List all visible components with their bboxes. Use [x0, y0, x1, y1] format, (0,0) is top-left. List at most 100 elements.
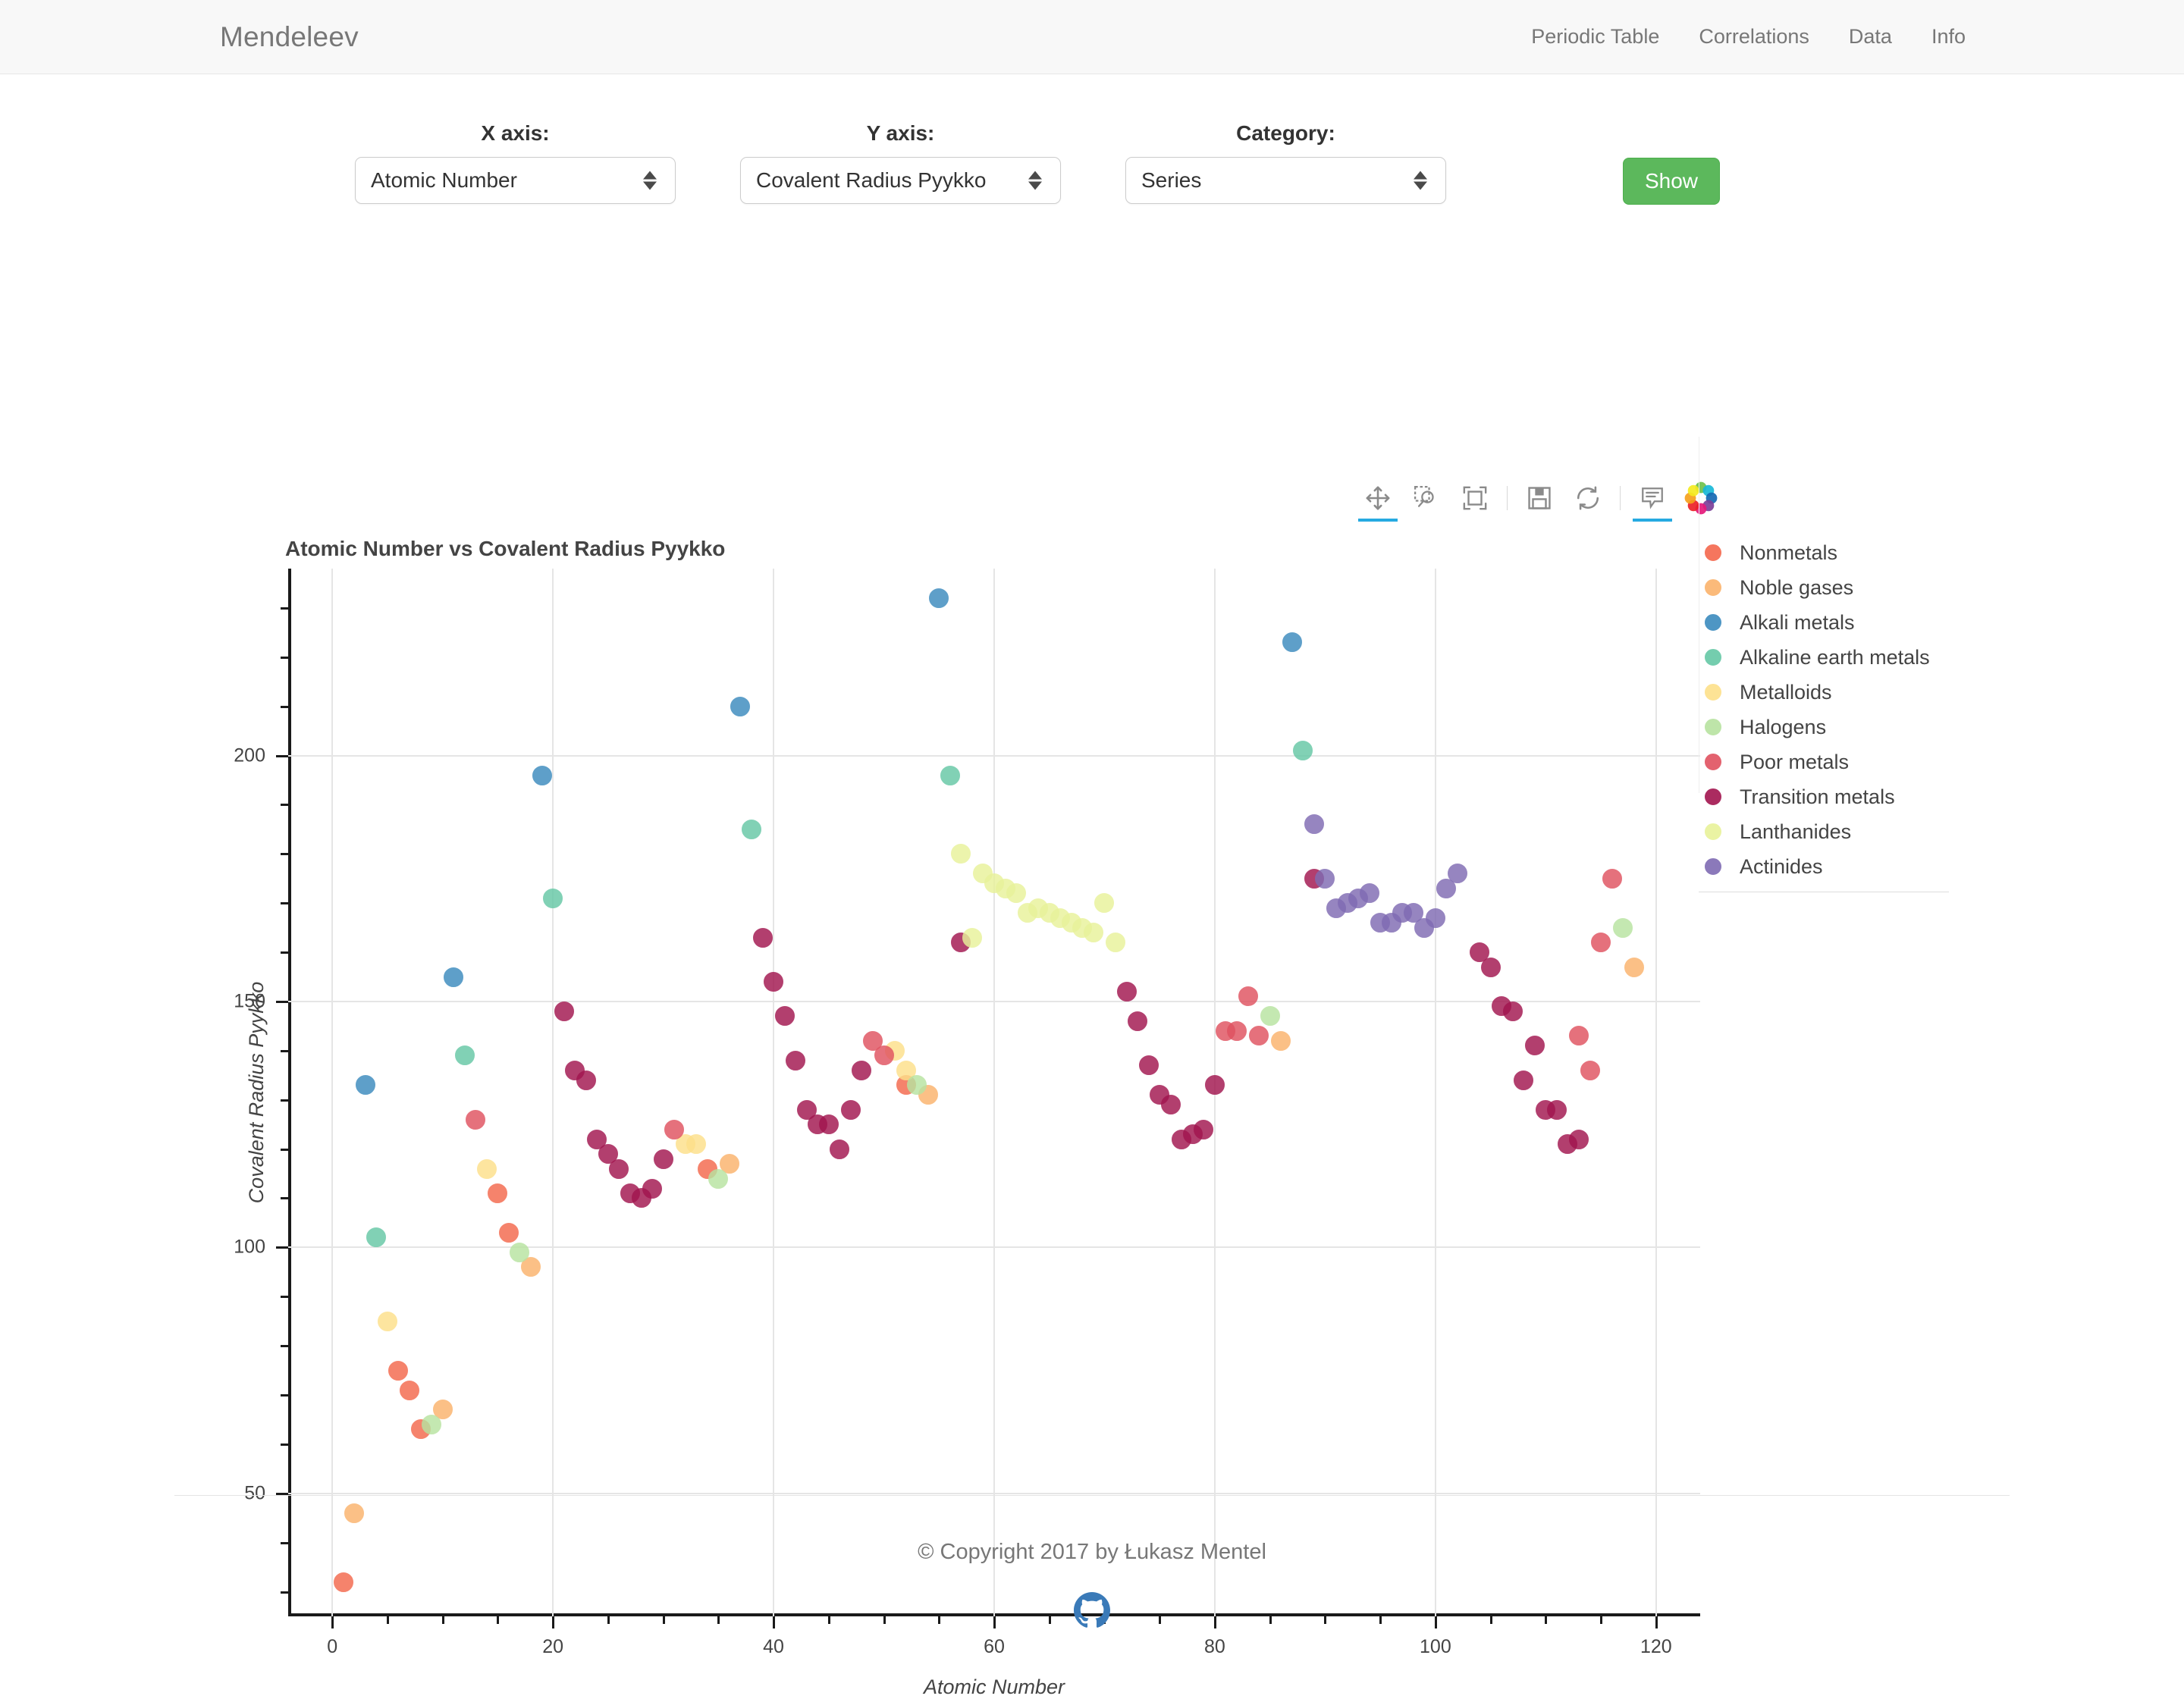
legend-item-actinides[interactable]: Actinides [1705, 849, 1963, 884]
scatter-point[interactable] [1514, 1070, 1533, 1090]
scatter-point[interactable] [356, 1075, 375, 1095]
nav-data[interactable]: Data [1829, 25, 1912, 49]
scatter-point[interactable] [378, 1312, 397, 1331]
scatter-point[interactable] [786, 1051, 805, 1070]
scatter-point[interactable] [1448, 864, 1467, 883]
bokeh-logo-icon[interactable] [1684, 481, 1718, 515]
legend-item-transition-metals[interactable]: Transition metals [1705, 779, 1963, 814]
y-axis-select[interactable]: Covalent Radius Pyykko [740, 157, 1061, 204]
scatter-point[interactable] [1591, 933, 1611, 952]
reset-tool-icon[interactable] [1567, 479, 1609, 517]
scatter-point[interactable] [1547, 1100, 1567, 1120]
legend-item-noble-gases[interactable]: Noble gases [1705, 570, 1963, 605]
box-select-tool-icon[interactable] [1454, 479, 1496, 517]
scatter-point[interactable] [1205, 1075, 1225, 1095]
scatter-point[interactable] [1602, 869, 1622, 889]
scatter-point[interactable] [1580, 1061, 1600, 1080]
scatter-point[interactable] [1094, 893, 1114, 913]
scatter-point[interactable] [466, 1110, 485, 1130]
scatter-point[interactable] [962, 928, 982, 948]
scatter-point[interactable] [664, 1120, 684, 1139]
save-tool-icon[interactable] [1518, 479, 1561, 517]
scatter-point[interactable] [686, 1134, 706, 1154]
scatter-point[interactable] [708, 1169, 728, 1189]
scatter-point[interactable] [609, 1159, 629, 1179]
plot-canvas[interactable] [288, 569, 1700, 1616]
hover-tool-icon[interactable] [1631, 479, 1674, 517]
nav-periodic-table[interactable]: Periodic Table [1511, 25, 1679, 49]
scatter-point[interactable] [1139, 1055, 1159, 1075]
scatter-point[interactable] [874, 1045, 894, 1065]
scatter-point[interactable] [1282, 632, 1302, 652]
scatter-point[interactable] [730, 697, 750, 716]
scatter-point[interactable] [444, 967, 463, 987]
scatter-point[interactable] [1271, 1031, 1291, 1051]
scatter-point[interactable] [1624, 958, 1644, 977]
scatter-point[interactable] [1249, 1026, 1269, 1045]
scatter-point[interactable] [1293, 741, 1313, 760]
scatter-point[interactable] [1315, 869, 1335, 889]
scatter-point[interactable] [951, 844, 971, 864]
scatter-point[interactable] [1128, 1011, 1147, 1031]
scatter-point[interactable] [1238, 986, 1258, 1006]
category-select[interactable]: Series [1125, 157, 1446, 204]
scatter-point[interactable] [1569, 1026, 1589, 1045]
scatter-point[interactable] [940, 766, 960, 785]
scatter-point[interactable] [543, 889, 563, 908]
scatter-point[interactable] [554, 1002, 574, 1021]
scatter-point[interactable] [1260, 1006, 1280, 1026]
scatter-point[interactable] [654, 1149, 673, 1169]
scatter-point[interactable] [576, 1070, 596, 1090]
scatter-point[interactable] [499, 1223, 519, 1243]
scatter-point[interactable] [1194, 1120, 1213, 1139]
scatter-point[interactable] [388, 1361, 408, 1381]
legend-item-halogens[interactable]: Halogens [1705, 710, 1963, 744]
scatter-point[interactable] [764, 972, 783, 992]
scatter-point[interactable] [742, 820, 761, 839]
scatter-point[interactable] [642, 1179, 662, 1199]
scatter-point[interactable] [400, 1381, 419, 1400]
scatter-point[interactable] [532, 766, 552, 785]
scatter-point[interactable] [830, 1139, 849, 1159]
scatter-point[interactable] [1084, 923, 1103, 942]
scatter-point[interactable] [422, 1415, 441, 1434]
scatter-point[interactable] [1360, 883, 1379, 903]
x-axis-select[interactable]: Atomic Number [355, 157, 676, 204]
scatter-point[interactable] [1117, 982, 1137, 1002]
scatter-point[interactable] [1227, 1021, 1247, 1041]
scatter-point[interactable] [366, 1227, 386, 1247]
legend-item-nonmetals[interactable]: Nonmetals [1705, 535, 1963, 570]
github-icon[interactable] [1074, 1592, 1110, 1628]
scatter-point[interactable] [929, 588, 949, 608]
scatter-point[interactable] [1525, 1036, 1545, 1055]
brand-link[interactable]: Mendeleev [220, 21, 359, 53]
scatter-point[interactable] [1481, 958, 1501, 977]
scatter-point[interactable] [775, 1006, 795, 1026]
scatter-point[interactable] [841, 1100, 861, 1120]
scatter-point[interactable] [1161, 1095, 1181, 1114]
scatter-point[interactable] [455, 1045, 475, 1065]
scatter-point[interactable] [819, 1114, 839, 1134]
legend-item-alkaline-earth-metals[interactable]: Alkaline earth metals [1705, 640, 1963, 675]
scatter-point[interactable] [1006, 883, 1026, 903]
scatter-point[interactable] [488, 1183, 507, 1203]
legend-item-alkali-metals[interactable]: Alkali metals [1705, 605, 1963, 640]
scatter-point[interactable] [1106, 933, 1125, 952]
legend-item-poor-metals[interactable]: Poor metals [1705, 744, 1963, 779]
nav-info[interactable]: Info [1912, 25, 1985, 49]
legend-item-lanthanides[interactable]: Lanthanides [1705, 814, 1963, 849]
nav-correlations[interactable]: Correlations [1679, 25, 1829, 49]
scatter-plot[interactable]: Atomic Number vs Covalent Radius Pyykko … [288, 569, 1700, 1616]
show-button[interactable]: Show [1623, 158, 1720, 205]
scatter-point[interactable] [1569, 1130, 1589, 1149]
scatter-point[interactable] [1613, 918, 1633, 938]
scatter-point[interactable] [753, 928, 773, 948]
box-zoom-tool-icon[interactable] [1405, 479, 1448, 517]
pan-tool-icon[interactable] [1357, 479, 1399, 517]
scatter-point[interactable] [1503, 1002, 1523, 1021]
legend-item-metalloids[interactable]: Metalloids [1705, 675, 1963, 710]
scatter-point[interactable] [477, 1159, 497, 1179]
scatter-point[interactable] [1426, 908, 1445, 928]
scatter-point[interactable] [1304, 814, 1324, 834]
scatter-point[interactable] [852, 1061, 871, 1080]
